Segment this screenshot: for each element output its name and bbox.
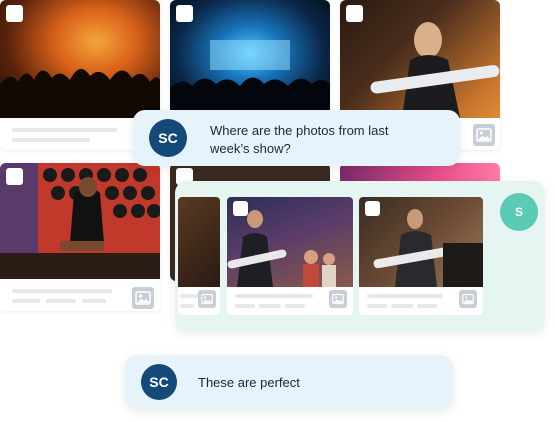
- photo-stage-lights: [170, 0, 330, 118]
- placeholder-line: [180, 304, 194, 308]
- placeholder-line: [12, 299, 40, 303]
- shared-photo-card-band[interactable]: [227, 197, 353, 315]
- message-bubble-question: SC Where are the photos from last week’s…: [133, 110, 460, 166]
- placeholder-line: [367, 304, 387, 308]
- sender-avatar: S: [500, 193, 538, 231]
- photo-concert-crowd: [0, 0, 160, 118]
- gallery-card-stage-lights[interactable]: [170, 0, 330, 118]
- placeholder-line: [367, 294, 443, 298]
- message-text: Where are the photos from last week’s sh…: [210, 122, 450, 158]
- gallery-card-singer-records[interactable]: [0, 163, 160, 311]
- user-avatar: SC: [141, 364, 177, 400]
- message-text: These are perfect: [198, 375, 300, 390]
- select-checkbox[interactable]: [365, 201, 380, 216]
- shared-photo-card-partial[interactable]: [178, 197, 220, 315]
- image-icon: [329, 290, 347, 308]
- placeholder-line: [285, 304, 305, 308]
- placeholder-line: [12, 128, 117, 132]
- placeholder-line: [417, 304, 437, 308]
- placeholder-line: [46, 299, 76, 303]
- message-text-line: Where are the photos from last: [210, 123, 389, 138]
- placeholder-line: [259, 304, 281, 308]
- placeholder-line: [235, 304, 255, 308]
- shared-photo: [178, 197, 220, 287]
- image-icon: [198, 290, 216, 308]
- select-checkbox[interactable]: [233, 201, 248, 216]
- placeholder-line: [12, 289, 112, 293]
- image-icon: [132, 287, 154, 309]
- image-icon: [459, 290, 477, 308]
- message-bubble-reply: SC These are perfect: [125, 355, 453, 409]
- placeholder-line: [82, 299, 106, 303]
- placeholder-line: [235, 294, 313, 298]
- image-icon: [473, 124, 495, 146]
- shared-photo-card-guitarist[interactable]: [359, 197, 483, 315]
- select-checkbox[interactable]: [176, 5, 193, 22]
- message-text-line: week’s show?: [210, 141, 291, 156]
- user-avatar: SC: [149, 119, 187, 157]
- placeholder-line: [12, 138, 90, 142]
- select-checkbox[interactable]: [6, 168, 23, 185]
- photo-singer-records: [0, 163, 160, 279]
- shared-photos-panel: S: [175, 181, 545, 331]
- photo-guitarist: [340, 0, 500, 118]
- placeholder-line: [391, 304, 413, 308]
- select-checkbox[interactable]: [346, 5, 363, 22]
- select-checkbox[interactable]: [6, 5, 23, 22]
